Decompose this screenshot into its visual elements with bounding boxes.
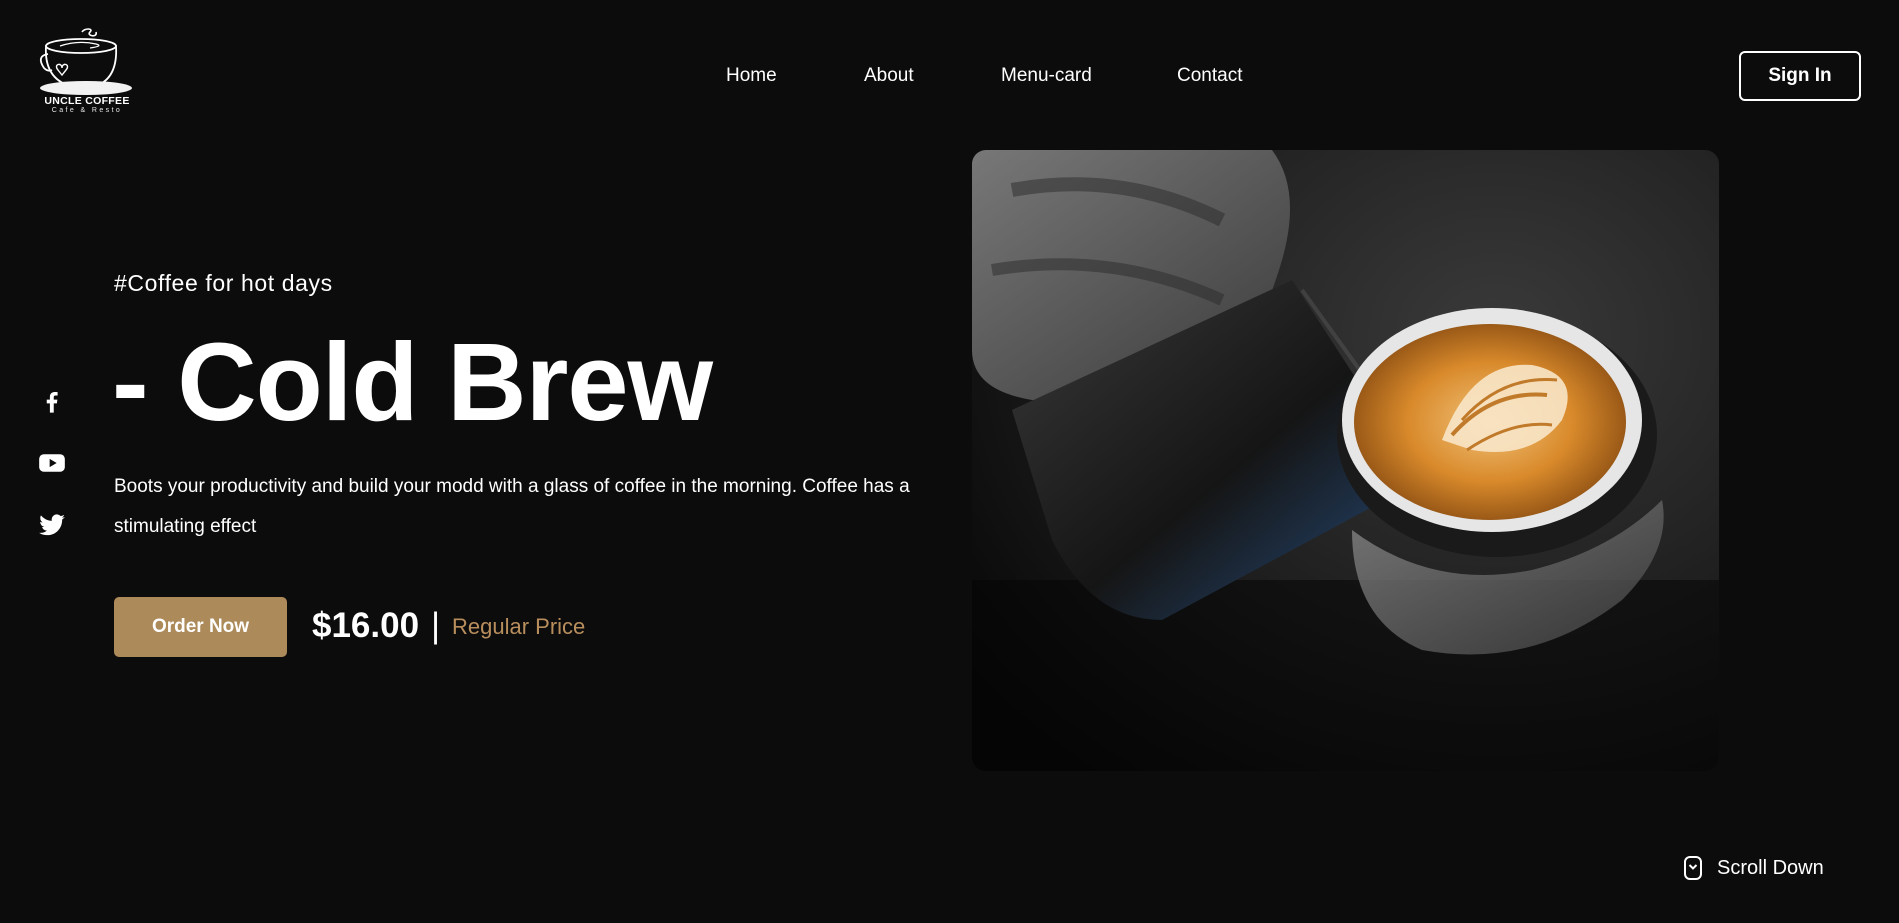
scroll-down-label: Scroll Down <box>1717 857 1824 879</box>
latte-art-photo-icon <box>972 150 1719 771</box>
nav-menu-card-link[interactable]: Menu-card <box>1001 64 1092 88</box>
price-value: $16.00 <box>312 606 420 645</box>
price-separator: | <box>431 606 441 645</box>
hero-image <box>972 150 1719 771</box>
hero-headline: - Cold Brew <box>112 321 713 444</box>
youtube-icon[interactable] <box>38 449 66 477</box>
order-now-button[interactable]: Order Now <box>114 597 287 657</box>
sign-in-button[interactable]: Sign In <box>1739 51 1861 101</box>
twitter-icon[interactable] <box>38 511 66 539</box>
brand-name: UNCLE COFFEE <box>44 95 130 107</box>
price-label: Regular Price <box>452 614 586 639</box>
brand-subtitle: Cafe & Resto <box>51 107 123 114</box>
nav-about-link[interactable]: About <box>864 64 914 88</box>
nav-home-link[interactable]: Home <box>726 64 777 88</box>
hero-tagline: #Coffee for hot days <box>114 270 333 296</box>
hero-description: Boots your productivity and build your m… <box>114 476 910 537</box>
mouse-scroll-icon <box>1684 856 1702 880</box>
scroll-down-link[interactable]: Scroll Down <box>1683 855 1824 881</box>
facebook-icon[interactable] <box>38 387 66 415</box>
nav-contact-link[interactable]: Contact <box>1177 64 1242 88</box>
main-nav: Home About Menu-card Contact <box>0 64 1899 88</box>
